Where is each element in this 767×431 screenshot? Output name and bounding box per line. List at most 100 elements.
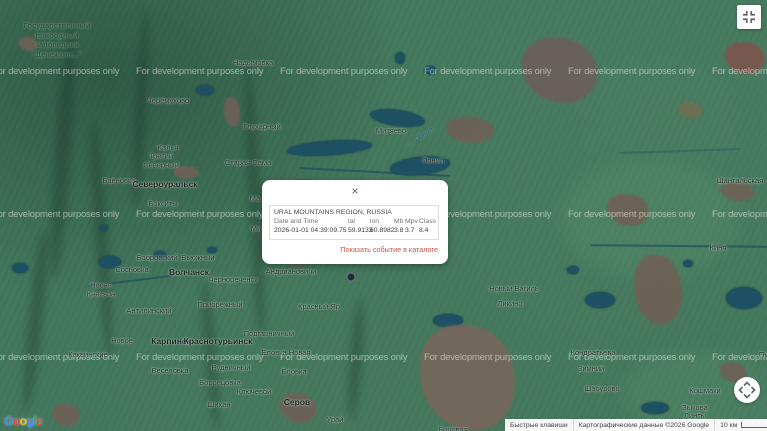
map-label: Краснотурьинск [183, 335, 253, 346]
col-mpv: Mpv [405, 218, 418, 225]
terrain-ridge [18, 229, 53, 411]
urban-area-shape [224, 97, 240, 127]
map-label: Черёмухово [146, 95, 190, 105]
map-label: Кошмаки [689, 385, 721, 395]
map-label: Киня [709, 242, 727, 252]
keyboard-shortcuts-button[interactable]: Быстрые клавиши [505, 419, 573, 431]
reserve-label-line: Государственный [23, 21, 91, 30]
lake-shape [12, 263, 28, 273]
google-logo-letter: e [36, 414, 43, 428]
map-label: Ключевой [236, 386, 272, 396]
scale-control[interactable]: 10 км [714, 419, 767, 431]
event-popup: × URAL MOUNTAINS REGION, RUSSIA Date and… [262, 180, 448, 264]
map-label: Еловка [281, 366, 307, 376]
map-label: Североуральск [132, 178, 198, 189]
value-lat: 59.9133 [348, 227, 373, 234]
urban-area-shape [52, 404, 80, 426]
terrain-ridge [86, 119, 117, 361]
value-mpv: 3.7 [405, 227, 415, 234]
map-label: Шабурово [584, 383, 620, 393]
map-label: Сосновка [115, 264, 149, 274]
map-label: Волчанск [168, 266, 210, 277]
reserve-label-line: заповедник [35, 40, 79, 49]
map-label: Чернореченск [208, 274, 258, 284]
col-lon: lon [370, 218, 380, 225]
google-logo[interactable]: Google [4, 414, 43, 428]
map-label: Прибрежный [197, 299, 243, 309]
urban-area-shape [522, 38, 597, 103]
urban-area-shape [634, 255, 682, 325]
close-icon[interactable]: × [348, 184, 362, 198]
map-label: Каквинские [68, 349, 108, 359]
map-label: Ликино [497, 298, 523, 308]
google-logo-letter: o [12, 414, 20, 428]
value-mb: 3.8 [394, 227, 404, 234]
google-logo-letter: G [4, 414, 13, 428]
map-label: Рудничный [211, 362, 251, 372]
map-label: Еловка Новая [261, 347, 311, 357]
map-label: Красный Яр [298, 301, 340, 311]
google-logo-letter: o [19, 414, 27, 428]
map-label: Баёновка [102, 175, 136, 185]
urban-area-shape [446, 117, 494, 143]
map-label: Третий Северный [143, 151, 179, 169]
pan-arrows-icon [738, 381, 756, 399]
map-label: Старая Сама [224, 157, 272, 167]
event-region-title: URAL MOUNTAINS REGION, RUSSIA [274, 209, 392, 216]
watermark-text: For development purposes only [0, 66, 120, 77]
river-label: р. Понил [407, 126, 435, 148]
reserve-label-line: природный [35, 30, 79, 40]
col-class: Class [419, 218, 436, 225]
event-table-values: 2026-01-01 04:39:09.75 59.9133 60.8982 3… [270, 227, 438, 236]
map-label: Антилинский [126, 305, 172, 315]
map-label: Пуксинка [758, 349, 767, 359]
event-table: URAL MOUNTAINS REGION, RUSSIA Date and T… [269, 205, 439, 240]
map-viewport: For development purposes only For develop… [0, 0, 767, 431]
col-lat: lat [348, 218, 356, 225]
urban-area-shape [420, 325, 515, 431]
map-label: Кондратьева [570, 347, 616, 357]
lake-shape [585, 292, 615, 308]
scale-label: 10 км [720, 421, 738, 429]
lake-shape [424, 66, 436, 74]
map-label: Новая Княсьпа [86, 280, 116, 298]
exit-fullscreen-button[interactable] [737, 5, 761, 29]
col-date: Date and Time [274, 218, 319, 225]
pan-control[interactable] [734, 377, 760, 403]
map-data-attribution: Картографические данные ©2026 Google [572, 419, 715, 431]
map-label: Андриановичи [265, 266, 317, 276]
river-line [620, 147, 740, 155]
event-table-header: Date and Time lat lon Mb Mpv Class [270, 218, 438, 227]
map-label: Воронцовка [199, 377, 241, 387]
map-label: Боровая [438, 424, 468, 431]
urban-area-shape [678, 102, 702, 118]
map-label: Шихан [207, 399, 231, 409]
reserve-label-line: "Денежкин..." [32, 49, 82, 59]
map-label: Новый Вагиль [489, 283, 539, 293]
lake-shape [567, 266, 579, 274]
watermark-text: For development purposes only [136, 209, 264, 220]
map-label: Понил [421, 155, 445, 165]
reserve-label: Государственный природный заповедник "Де… [24, 21, 91, 59]
map-label: Надымовка [232, 57, 274, 67]
map-label: Ма [249, 193, 261, 203]
map-label: Зимний [577, 363, 605, 373]
col-mb: Mb [394, 218, 404, 225]
lake-shape [286, 138, 373, 158]
value-date: 2026-01-01 04:39:09.75 [274, 227, 347, 234]
map-label: Глухарный [243, 121, 281, 131]
map-label: Митяево [375, 125, 407, 135]
lake-shape [641, 402, 669, 414]
lake-shape [726, 287, 762, 309]
lake-shape [100, 225, 108, 231]
terrain-ridge [345, 299, 367, 421]
event-marker[interactable] [346, 272, 356, 282]
footer-bar: Быстрые клавиши Картографические данные … [505, 419, 767, 431]
map-label: Шантальская [716, 175, 764, 185]
map-label: Веселовка [151, 365, 189, 375]
map-label: Вьюжный [181, 252, 215, 262]
map-label: Бокситы [148, 198, 178, 208]
lake-shape [395, 52, 405, 64]
scale-bar [741, 422, 767, 428]
show-event-in-catalog-link[interactable]: Показать событие в каталоге [340, 245, 438, 254]
